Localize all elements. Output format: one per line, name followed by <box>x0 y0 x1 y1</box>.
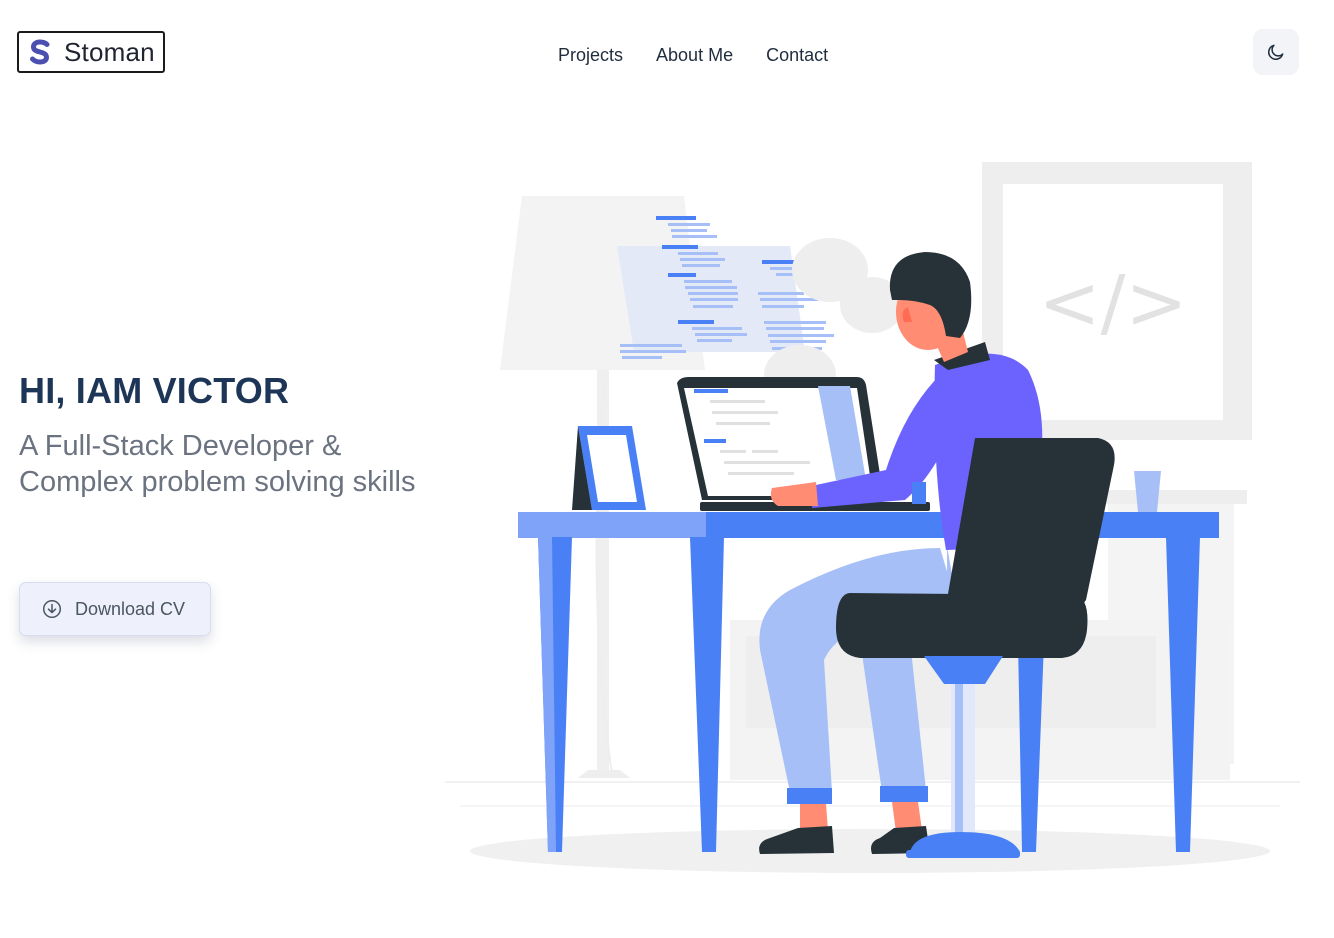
logo-mark <box>28 38 52 66</box>
download-circle-icon <box>42 599 62 619</box>
glass <box>1134 471 1161 512</box>
logo-link[interactable]: Stoman <box>17 31 165 73</box>
code-tag-text: </> <box>1039 260 1188 346</box>
logo-s-icon <box>30 39 50 65</box>
nav-link-contact[interactable]: Contact <box>766 44 828 66</box>
photo-frame <box>572 426 646 510</box>
download-cv-button[interactable]: Download CV <box>19 582 211 636</box>
theme-toggle-button[interactable] <box>1253 29 1299 75</box>
hero-title: HI, IAM VICTOR <box>19 370 290 411</box>
logo-text: Stoman <box>64 36 155 67</box>
nav-link-projects[interactable]: Projects <box>558 44 623 66</box>
site-header: Stoman Projects About Me Contact <box>0 0 1334 108</box>
nav-link-about-me[interactable]: About Me <box>656 44 733 66</box>
hero-subtitle: A Full-Stack Developer & Complex problem… <box>19 430 416 498</box>
developer-at-desk-illustration: </> <box>445 162 1300 873</box>
main-nav: Projects About Me Contact <box>558 44 828 66</box>
moon-icon <box>1268 44 1284 60</box>
download-cv-label: Download CV <box>75 598 186 619</box>
floor-shadow <box>470 829 1270 873</box>
